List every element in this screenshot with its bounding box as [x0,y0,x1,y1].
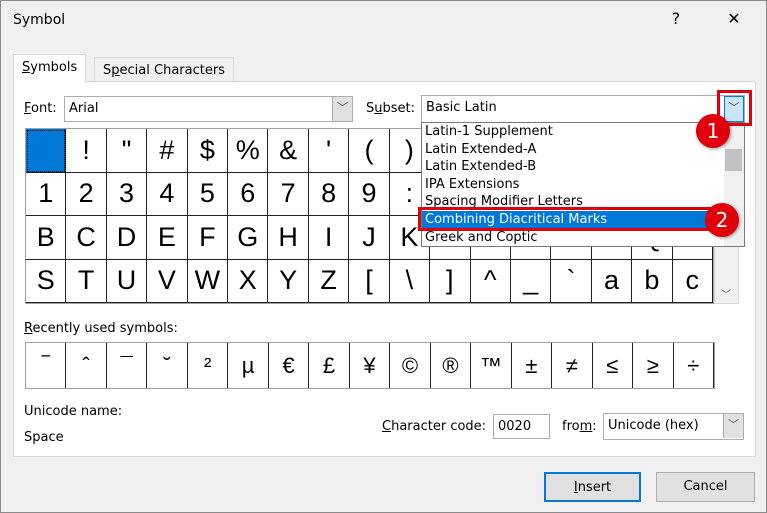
symbol-cell[interactable]: D [106,216,148,260]
recent-symbols-grid: ‾ ˆ ¯ ˘ ² µ € £ ¥ © ® ™ ± ≠ ≤ ≥ ÷ [25,342,715,389]
symbol-cell[interactable]: 6 [228,172,269,216]
from-label: from: [562,419,597,434]
annotation-badge-1: 1 [696,114,730,148]
recent-symbol-cell[interactable]: © [390,343,431,388]
subset-value: Basic Latin [426,100,497,115]
subset-option[interactable]: Latin Extended-B [422,158,722,176]
recent-symbol-cell[interactable]: ÷ [674,343,714,388]
symbol-cell[interactable]: 7 [268,172,309,216]
symbol-cell[interactable]: " [106,129,148,173]
symbol-cell[interactable]: # [147,129,188,173]
symbol-cell[interactable]: a [591,259,633,303]
subset-select[interactable]: Basic Latin ﹀ [421,95,745,123]
tab-label: ymbols [30,60,78,75]
subset-option[interactable]: Latin Extended-A [422,141,722,159]
recent-symbol-cell[interactable]: £ [309,343,350,388]
symbol-cell[interactable]: c [672,259,713,303]
symbol-cell[interactable]: [ [349,259,390,303]
symbol-cell[interactable]: Y [268,259,309,303]
recent-symbol-cell[interactable]: ¯ [107,343,148,388]
symbol-cell[interactable]: J [349,216,390,260]
symbol-cell[interactable]: I [308,216,350,260]
recent-symbol-cell[interactable]: ˘ [147,343,188,388]
symbol-cell[interactable]: _ [510,259,552,303]
symbol-cell[interactable]: V [147,259,188,303]
tab-label-accel: p [111,63,120,78]
help-button[interactable]: ? [661,9,691,28]
symbol-cell[interactable]: H [268,216,309,260]
unicode-name-value: Space [24,430,64,445]
recent-symbol-cell[interactable]: ≥ [633,343,674,388]
recent-symbol-cell[interactable]: µ [228,343,269,388]
character-code-input[interactable]: 0020 [493,414,550,439]
font-select[interactable]: Arial ﹀ [64,96,353,122]
symbol-cell[interactable]: G [228,216,269,260]
tab-symbols[interactable]: Symbols [13,54,87,83]
unicode-name-label: Unicode name: [24,404,123,419]
symbol-cell[interactable]: 1 [26,172,67,216]
symbol-cell[interactable]: U [106,259,148,303]
symbol-cell[interactable]: \ [389,259,431,303]
symbol-cell[interactable]: 3 [106,172,148,216]
recent-label: Recently used symbols: [24,321,178,336]
symbol-cell[interactable]: $ [187,129,229,173]
symbol-cell[interactable]: ' [308,129,350,173]
subset-option[interactable]: Greek and Coptic [422,229,722,247]
symbol-cell[interactable]: b [632,259,673,303]
recent-symbol-cell[interactable]: ™ [471,343,512,388]
symbol-cell[interactable]: 8 [308,172,350,216]
chevron-down-icon[interactable]: ﹀ [723,414,743,438]
symbol-cell[interactable]: 2 [66,172,107,216]
symbol-cell[interactable]: X [228,259,269,303]
symbol-cell[interactable]: ! [66,129,107,173]
symbol-cell[interactable]: ` [551,259,592,303]
font-value: Arial [69,101,99,116]
symbol-cell[interactable]: ( [349,129,390,173]
symbol-cell[interactable]: W [187,259,229,303]
annotation-badge-2: 2 [705,203,739,237]
subset-option[interactable]: IPA Extensions [422,176,722,194]
symbol-cell[interactable]: T [66,259,107,303]
symbol-cell[interactable]: & [268,129,309,173]
tab-label: ecial Characters [119,63,225,78]
annotation-box-2 [418,207,715,231]
symbol-cell[interactable]: ] [430,259,471,303]
symbol-cell[interactable]: % [228,129,269,173]
font-label: Font: [24,101,57,116]
recent-symbol-cell[interactable]: ˆ [66,343,107,388]
scrollbar-thumb[interactable] [725,149,742,171]
symbol-cell[interactable]: Z [308,259,350,303]
character-code-label: Character code: [382,419,487,434]
from-value: Unicode (hex) [608,418,699,433]
symbol-dialog: Symbol ? ✕ Symbols Special Characters Fo… [0,0,767,513]
symbol-cell[interactable]: S [26,259,67,303]
symbol-cell[interactable]: F [187,216,229,260]
symbol-cell[interactable]: E [147,216,188,260]
dialog-title: Symbol [13,12,66,28]
chevron-down-icon[interactable]: ﹀ [721,286,731,301]
cancel-button[interactable]: Cancel [656,472,755,502]
symbol-cell[interactable]: B [26,216,67,260]
from-select[interactable]: Unicode (hex) ﹀ [603,413,744,440]
recent-symbol-cell[interactable]: ‾ [26,343,67,388]
recent-symbol-cell[interactable]: ≤ [593,343,634,388]
symbol-cell[interactable]: C [66,216,107,260]
chevron-down-icon[interactable]: ﹀ [332,97,352,121]
symbol-cell[interactable] [26,129,67,173]
tab-special-characters[interactable]: Special Characters [94,57,234,83]
symbol-cell[interactable]: ^ [470,259,511,303]
recent-symbol-cell[interactable]: ² [188,343,229,388]
recent-symbol-cell[interactable]: ® [431,343,472,388]
recent-symbol-cell[interactable]: ¥ [350,343,391,388]
recent-symbol-cell[interactable]: € [269,343,310,388]
symbol-cell[interactable]: 5 [187,172,229,216]
symbol-cell[interactable]: 4 [147,172,188,216]
insert-button[interactable]: Insert [544,472,641,502]
close-button[interactable]: ✕ [719,9,749,28]
subset-option[interactable]: Latin-1 Supplement [422,123,722,141]
subset-label: Subset: [366,101,416,116]
symbol-cell[interactable]: 9 [349,172,390,216]
recent-symbol-cell[interactable]: ± [512,343,553,388]
recent-symbol-cell[interactable]: ≠ [552,343,593,388]
